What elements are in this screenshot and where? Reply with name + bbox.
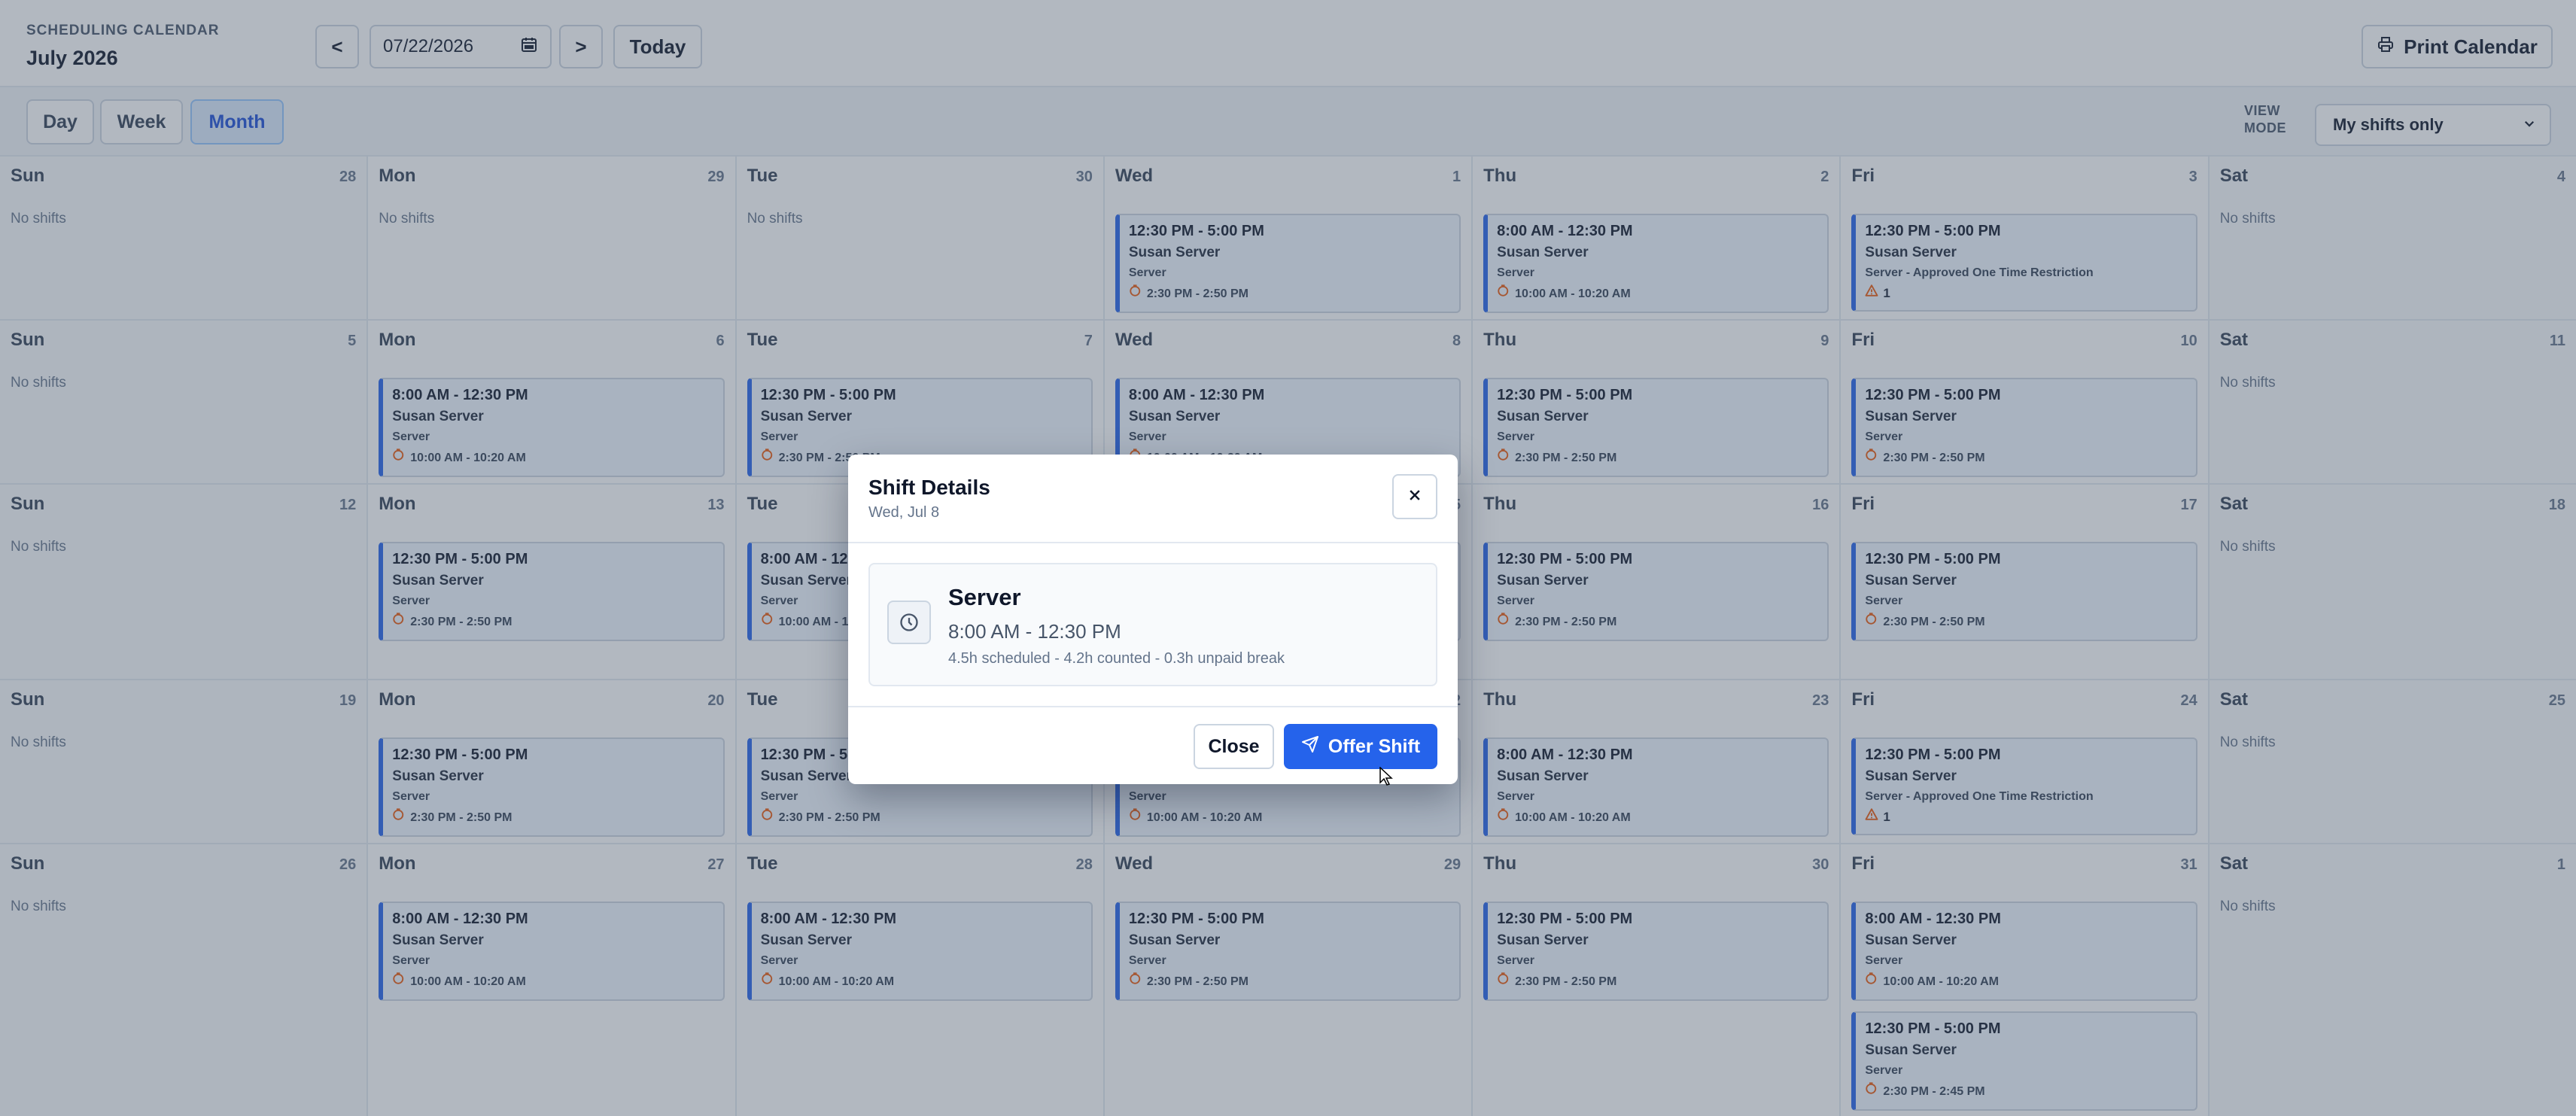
mouse-cursor xyxy=(1379,766,1393,790)
shift-details-dialog: Shift Details Wed, Jul 8 Server 8:00 AM … xyxy=(848,455,1458,784)
clock-icon xyxy=(887,601,931,644)
shift-role: Server xyxy=(948,584,1021,610)
dialog-subtitle: Wed, Jul 8 xyxy=(868,504,940,521)
offer-shift-label: Offer Shift xyxy=(1328,735,1421,757)
close-icon xyxy=(1407,488,1422,506)
send-icon xyxy=(1301,735,1319,759)
close-button[interactable]: Close xyxy=(1194,724,1274,769)
dialog-close-button[interactable] xyxy=(1392,474,1437,519)
dialog-header-divider xyxy=(848,542,1458,543)
shift-time: 8:00 AM - 12:30 PM xyxy=(948,620,1121,643)
offer-shift-button[interactable]: Offer Shift xyxy=(1284,724,1437,769)
dialog-title: Shift Details xyxy=(868,476,990,499)
shift-summary-card: Server 8:00 AM - 12:30 PM 4.5h scheduled… xyxy=(868,563,1437,686)
dialog-footer-divider xyxy=(848,706,1458,707)
shift-hours-summary: 4.5h scheduled - 4.2h counted - 0.3h unp… xyxy=(948,650,1285,667)
